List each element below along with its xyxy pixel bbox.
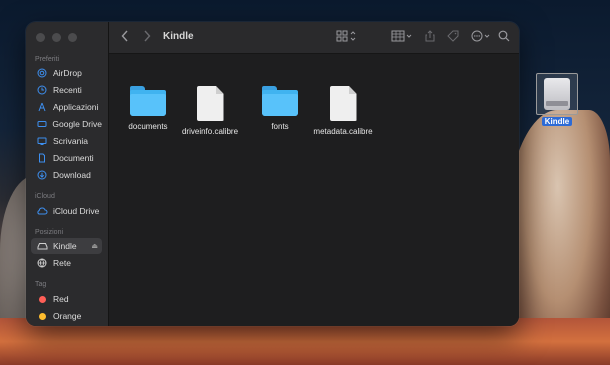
sidebar-item-tag-red[interactable]: Red (31, 291, 102, 307)
folder-icon (130, 86, 166, 116)
search-icon[interactable] (498, 30, 510, 42)
sidebar-item-label: Red (53, 294, 69, 304)
back-icon[interactable] (121, 30, 129, 42)
forward-icon[interactable] (143, 30, 151, 42)
window-title: Kindle (163, 31, 194, 42)
file-icon (329, 86, 357, 121)
eject-icon[interactable]: ⏏ (91, 242, 98, 250)
file-name: documents (128, 122, 168, 131)
sidebar-section-icloud: iCloud (35, 193, 55, 200)
sidebar-item-label: Download (53, 170, 91, 180)
sidebar-item-label: Orange (53, 311, 82, 321)
window-controls (36, 33, 77, 42)
sidebar-item-label: iCloud Drive (53, 206, 100, 216)
sidebar-item-label: Rete (53, 258, 71, 268)
toolbar: Kindle (109, 22, 519, 54)
file-name: driveinfo.calibre (181, 127, 239, 136)
external-drive-icon (544, 78, 570, 110)
desktop-icon (35, 136, 49, 146)
sidebar-item-label: Documenti (53, 153, 94, 163)
sidebar-item-label: Google Drive (52, 119, 102, 129)
tag-icon[interactable] (447, 30, 459, 42)
view-mode-icon[interactable] (336, 30, 356, 42)
file-item-metadata[interactable]: metadata.calibre (308, 86, 378, 136)
sidebar-item-download[interactable]: Download (31, 167, 102, 183)
download-icon (35, 170, 49, 180)
sidebar-item-label: Recenti (53, 85, 82, 95)
apps-icon (35, 102, 49, 112)
sidebar-section-favorites: Preferiti (35, 56, 60, 63)
disk-icon (35, 241, 49, 251)
sidebar-item-label: Kindle (53, 241, 77, 251)
airdrop-icon (35, 68, 49, 78)
tag-red-dot-icon (38, 295, 46, 303)
sidebar-item-scrivania[interactable]: Scrivania (31, 133, 102, 149)
minimize-button[interactable] (52, 33, 61, 42)
file-item-driveinfo[interactable]: driveinfo.calibre (175, 86, 245, 136)
tag-orange-dot-icon (38, 312, 46, 320)
sidebar-item-icloud-drive[interactable]: iCloud Drive (31, 203, 102, 219)
file-browser: documents driveinfo.calibre fonts metada… (109, 54, 519, 326)
drive-selection-box (536, 73, 578, 115)
document-icon (35, 153, 49, 163)
sidebar-item-recenti[interactable]: Recenti (31, 82, 102, 98)
finder-window: Preferiti AirDrop Recenti Applicazioni G… (26, 22, 519, 326)
sidebar-item-kindle[interactable]: Kindle ⏏ (31, 238, 102, 254)
desktop-kindle-drive[interactable]: Kindle (535, 73, 579, 126)
sidebar-item-airdrop[interactable]: AirDrop (31, 65, 102, 81)
file-name: fonts (271, 122, 289, 131)
file-item-fonts[interactable]: fonts (245, 86, 315, 131)
cloud-icon (35, 206, 49, 216)
folder-icon (262, 86, 298, 116)
file-icon (196, 86, 224, 121)
desktop-drive-label: Kindle (541, 117, 573, 126)
sidebar-item-rete[interactable]: Rete (31, 255, 102, 271)
sidebar-item-tag-orange[interactable]: Orange (31, 308, 102, 324)
sidebar-item-google-drive[interactable]: Google Drive (31, 116, 102, 132)
sidebar-item-label: AirDrop (53, 68, 82, 78)
globe-icon (35, 258, 49, 268)
sidebar: Preferiti AirDrop Recenti Applicazioni G… (26, 22, 109, 326)
share-icon[interactable] (425, 30, 435, 42)
sidebar-section-locations: Posizioni (35, 229, 64, 236)
close-button[interactable] (36, 33, 45, 42)
sidebar-item-applicazioni[interactable]: Applicazioni (31, 99, 102, 115)
zoom-button[interactable] (68, 33, 77, 42)
drive-icon (35, 119, 48, 129)
more-actions-icon[interactable] (471, 30, 491, 42)
sidebar-item-label: Applicazioni (53, 102, 99, 112)
file-item-documents[interactable]: documents (113, 86, 183, 131)
group-icon[interactable] (391, 30, 413, 42)
file-name: metadata.calibre (313, 127, 373, 136)
sidebar-section-tags: Tag (35, 281, 47, 288)
sidebar-item-label: Scrivania (53, 136, 88, 146)
clock-icon (35, 85, 49, 95)
sidebar-item-documenti[interactable]: Documenti (31, 150, 102, 166)
